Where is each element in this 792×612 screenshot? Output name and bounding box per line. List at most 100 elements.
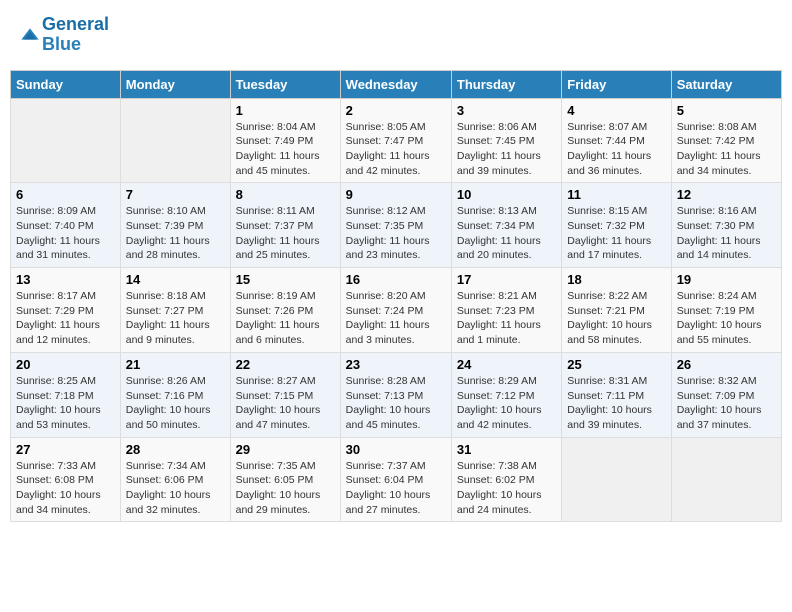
day-info: Sunrise: 8:04 AM Sunset: 7:49 PM Dayligh… [236,120,335,179]
day-info: Sunrise: 7:37 AM Sunset: 6:04 PM Dayligh… [346,459,446,518]
col-header-sunday: Sunday [11,70,121,98]
calendar-cell: 31 Sunrise: 7:38 AM Sunset: 6:02 PM Dayli… [451,437,561,522]
day-number: 8 [236,187,335,202]
day-info: Sunrise: 8:21 AM Sunset: 7:23 PM Dayligh… [457,289,556,348]
calendar-table: SundayMondayTuesdayWednesdayThursdayFrid… [10,70,782,523]
calendar-cell: 11 Sunrise: 8:15 AM Sunset: 7:32 PM Dayli… [562,183,671,268]
day-info: Sunrise: 7:35 AM Sunset: 6:05 PM Dayligh… [236,459,335,518]
day-info: Sunrise: 8:31 AM Sunset: 7:11 PM Dayligh… [567,374,665,433]
day-info: Sunrise: 8:22 AM Sunset: 7:21 PM Dayligh… [567,289,665,348]
day-info: Sunrise: 8:28 AM Sunset: 7:13 PM Dayligh… [346,374,446,433]
day-info: Sunrise: 8:08 AM Sunset: 7:42 PM Dayligh… [677,120,776,179]
day-number: 23 [346,357,446,372]
calendar-cell: 4Sunrise: 8:07 AM Sunset: 7:44 PM Daylig… [562,98,671,183]
calendar-cell: 5 Sunrise: 8:08 AM Sunset: 7:42 PM Daylig… [671,98,781,183]
day-info: Sunrise: 8:32 AM Sunset: 7:09 PM Dayligh… [677,374,776,433]
calendar-cell: 15Sunrise: 8:19 AM Sunset: 7:26 PM Dayli… [230,268,340,353]
day-number: 1 [236,103,335,118]
calendar-cell: 30 Sunrise: 7:37 AM Sunset: 6:04 PM Dayli… [340,437,451,522]
day-number: 9 [346,187,446,202]
calendar-week-row: 27 Sunrise: 7:33 AM Sunset: 6:08 PM Dayli… [11,437,782,522]
calendar-week-row: 13 Sunrise: 8:17 AM Sunset: 7:29 PM Dayli… [11,268,782,353]
calendar-cell: 3 Sunrise: 8:06 AM Sunset: 7:45 PM Daylig… [451,98,561,183]
col-header-wednesday: Wednesday [340,70,451,98]
calendar-cell: 26 Sunrise: 8:32 AM Sunset: 7:09 PM Dayli… [671,352,781,437]
day-info: Sunrise: 8:17 AM Sunset: 7:29 PM Dayligh… [16,289,115,348]
day-number: 2 [346,103,446,118]
day-number: 13 [16,272,115,287]
day-info: Sunrise: 8:27 AM Sunset: 7:15 PM Dayligh… [236,374,335,433]
day-info: Sunrise: 8:09 AM Sunset: 7:40 PM Dayligh… [16,204,115,263]
calendar-cell: 1 Sunrise: 8:04 AM Sunset: 7:49 PM Daylig… [230,98,340,183]
day-info: Sunrise: 7:38 AM Sunset: 6:02 PM Dayligh… [457,459,556,518]
day-number: 15 [236,272,335,287]
calendar-cell: 9Sunrise: 8:12 AM Sunset: 7:35 PM Daylig… [340,183,451,268]
calendar-cell: 21 Sunrise: 8:26 AM Sunset: 7:16 PM Dayli… [120,352,230,437]
day-number: 10 [457,187,556,202]
day-number: 26 [677,357,776,372]
day-number: 22 [236,357,335,372]
calendar-cell: 13 Sunrise: 8:17 AM Sunset: 7:29 PM Dayli… [11,268,121,353]
calendar-week-row: 1 Sunrise: 8:04 AM Sunset: 7:49 PM Daylig… [11,98,782,183]
day-number: 30 [346,442,446,457]
day-info: Sunrise: 8:10 AM Sunset: 7:39 PM Dayligh… [126,204,225,263]
day-number: 4 [567,103,665,118]
day-number: 14 [126,272,225,287]
calendar-cell: 23 Sunrise: 8:28 AM Sunset: 7:13 PM Dayli… [340,352,451,437]
calendar-cell: 27 Sunrise: 7:33 AM Sunset: 6:08 PM Dayli… [11,437,121,522]
calendar-cell: 25Sunrise: 8:31 AM Sunset: 7:11 PM Dayli… [562,352,671,437]
day-info: Sunrise: 8:20 AM Sunset: 7:24 PM Dayligh… [346,289,446,348]
calendar-cell: 24 Sunrise: 8:29 AM Sunset: 7:12 PM Dayli… [451,352,561,437]
day-number: 24 [457,357,556,372]
day-number: 20 [16,357,115,372]
day-number: 18 [567,272,665,287]
calendar-week-row: 6 Sunrise: 8:09 AM Sunset: 7:40 PM Daylig… [11,183,782,268]
day-info: Sunrise: 8:11 AM Sunset: 7:37 PM Dayligh… [236,204,335,263]
calendar-cell: 10 Sunrise: 8:13 AM Sunset: 7:34 PM Dayli… [451,183,561,268]
calendar-cell: 8 Sunrise: 8:11 AM Sunset: 7:37 PM Daylig… [230,183,340,268]
day-number: 21 [126,357,225,372]
day-info: Sunrise: 8:15 AM Sunset: 7:32 PM Dayligh… [567,204,665,263]
logo-text-line1: General [42,15,109,35]
day-number: 5 [677,103,776,118]
logo-text-line2: Blue [42,35,109,55]
calendar-cell: 7 Sunrise: 8:10 AM Sunset: 7:39 PM Daylig… [120,183,230,268]
day-info: Sunrise: 8:24 AM Sunset: 7:19 PM Dayligh… [677,289,776,348]
calendar-cell: 19 Sunrise: 8:24 AM Sunset: 7:19 PM Dayli… [671,268,781,353]
day-info: Sunrise: 8:13 AM Sunset: 7:34 PM Dayligh… [457,204,556,263]
day-number: 3 [457,103,556,118]
day-info: Sunrise: 8:18 AM Sunset: 7:27 PM Dayligh… [126,289,225,348]
calendar-cell: 12Sunrise: 8:16 AM Sunset: 7:30 PM Dayli… [671,183,781,268]
day-number: 11 [567,187,665,202]
page-header: General Blue [10,10,782,60]
calendar-cell [562,437,671,522]
day-info: Sunrise: 8:26 AM Sunset: 7:16 PM Dayligh… [126,374,225,433]
day-number: 19 [677,272,776,287]
day-info: Sunrise: 8:29 AM Sunset: 7:12 PM Dayligh… [457,374,556,433]
day-info: Sunrise: 8:16 AM Sunset: 7:30 PM Dayligh… [677,204,776,263]
calendar-cell [120,98,230,183]
col-header-friday: Friday [562,70,671,98]
day-number: 29 [236,442,335,457]
calendar-cell: 18 Sunrise: 8:22 AM Sunset: 7:21 PM Dayli… [562,268,671,353]
calendar-cell: 16 Sunrise: 8:20 AM Sunset: 7:24 PM Dayli… [340,268,451,353]
day-number: 16 [346,272,446,287]
calendar-cell [11,98,121,183]
day-number: 31 [457,442,556,457]
day-number: 6 [16,187,115,202]
day-info: Sunrise: 8:06 AM Sunset: 7:45 PM Dayligh… [457,120,556,179]
calendar-cell: 22 Sunrise: 8:27 AM Sunset: 7:15 PM Dayli… [230,352,340,437]
col-header-thursday: Thursday [451,70,561,98]
calendar-cell: 20Sunrise: 8:25 AM Sunset: 7:18 PM Dayli… [11,352,121,437]
calendar-cell: 17Sunrise: 8:21 AM Sunset: 7:23 PM Dayli… [451,268,561,353]
day-info: Sunrise: 7:34 AM Sunset: 6:06 PM Dayligh… [126,459,225,518]
day-number: 7 [126,187,225,202]
col-header-saturday: Saturday [671,70,781,98]
logo-icon [20,25,40,45]
logo: General Blue [20,15,109,55]
calendar-cell [671,437,781,522]
day-number: 27 [16,442,115,457]
day-info: Sunrise: 7:33 AM Sunset: 6:08 PM Dayligh… [16,459,115,518]
calendar-cell: 6 Sunrise: 8:09 AM Sunset: 7:40 PM Daylig… [11,183,121,268]
calendar-cell: 28Sunrise: 7:34 AM Sunset: 6:06 PM Dayli… [120,437,230,522]
